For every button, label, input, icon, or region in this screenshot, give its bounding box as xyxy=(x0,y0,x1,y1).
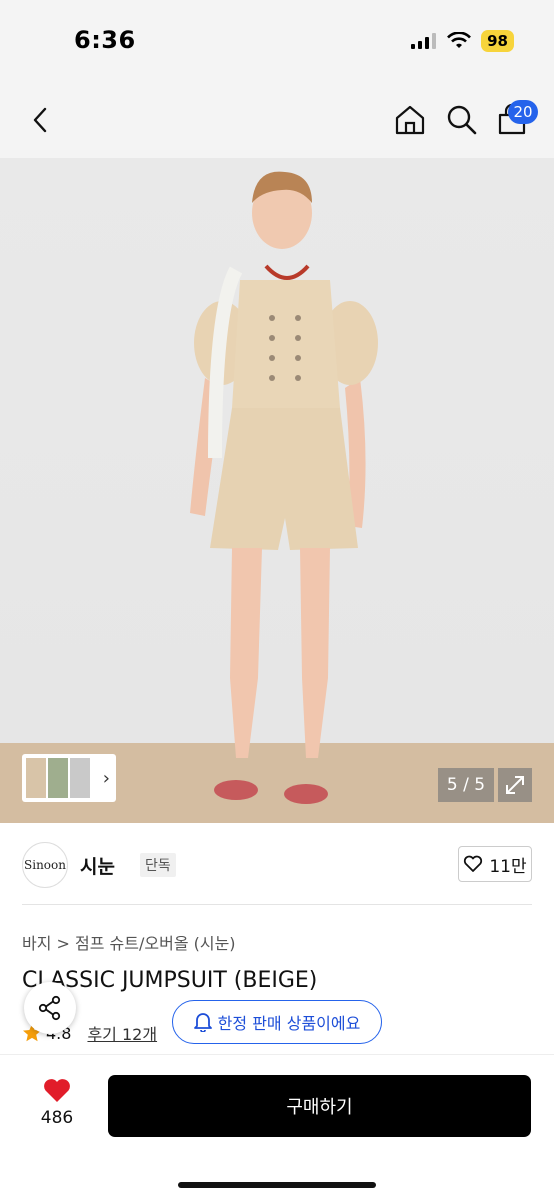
back-button[interactable] xyxy=(22,102,58,138)
status-time: 6:36 xyxy=(74,26,136,54)
signal-icon xyxy=(411,33,437,49)
cart-count-badge: 20 xyxy=(508,100,538,124)
share-icon xyxy=(38,995,61,1021)
product-image[interactable] xyxy=(0,158,554,823)
thumbnail-strip[interactable]: › xyxy=(22,754,116,802)
search-button[interactable] xyxy=(444,102,480,138)
thumbnail-3[interactable] xyxy=(70,758,90,798)
home-icon xyxy=(395,105,425,135)
battery-indicator: 98 xyxy=(481,30,514,52)
brand-like-button[interactable]: 11만 xyxy=(458,846,532,882)
brand-name[interactable]: 시눈 xyxy=(80,852,115,879)
bell-icon xyxy=(193,1013,212,1032)
home-button[interactable] xyxy=(392,102,428,138)
wifi-icon xyxy=(447,32,472,48)
expand-icon xyxy=(506,776,524,794)
exclusive-tag: 단독 xyxy=(140,853,176,877)
limited-sale-button[interactable]: 한정 판매 상품이에요 xyxy=(172,1000,382,1044)
brand-row: Sinoon 시눈 단독 11만 xyxy=(22,840,532,890)
heart-filled-icon xyxy=(44,1079,70,1102)
nav-bar xyxy=(0,80,554,158)
home-indicator xyxy=(178,1182,376,1188)
thumbnail-1[interactable] xyxy=(26,758,46,798)
wishlist-count: 486 xyxy=(40,1108,74,1128)
brand-like-count: 11만 xyxy=(489,856,527,877)
bottom-action-bar: 486 구매하기 xyxy=(0,1054,554,1200)
model-illustration xyxy=(0,171,554,823)
wishlist-button[interactable]: 486 xyxy=(32,1077,82,1128)
thumbnail-2[interactable] xyxy=(48,758,68,798)
thumbnail-next-icon[interactable]: › xyxy=(103,768,110,789)
back-chevron-icon xyxy=(33,107,47,133)
review-link[interactable]: 후기 12개 xyxy=(87,1021,157,1045)
share-button[interactable] xyxy=(24,982,76,1034)
image-page-counter: 5 / 5 xyxy=(438,768,494,802)
search-icon xyxy=(447,105,477,135)
expand-image-button[interactable] xyxy=(498,768,532,802)
status-bar: 6:36 98 xyxy=(0,0,554,80)
limited-sale-label: 한정 판매 상품이에요 xyxy=(217,1014,361,1033)
brand-logo[interactable]: Sinoon xyxy=(22,842,68,888)
heart-outline-icon xyxy=(464,855,483,872)
status-icons: 98 xyxy=(411,30,514,52)
divider xyxy=(22,904,532,905)
breadcrumb[interactable]: 바지 > 점프 슈트/오버올 (시눈) xyxy=(22,930,236,954)
buy-button[interactable]: 구매하기 xyxy=(108,1075,531,1137)
